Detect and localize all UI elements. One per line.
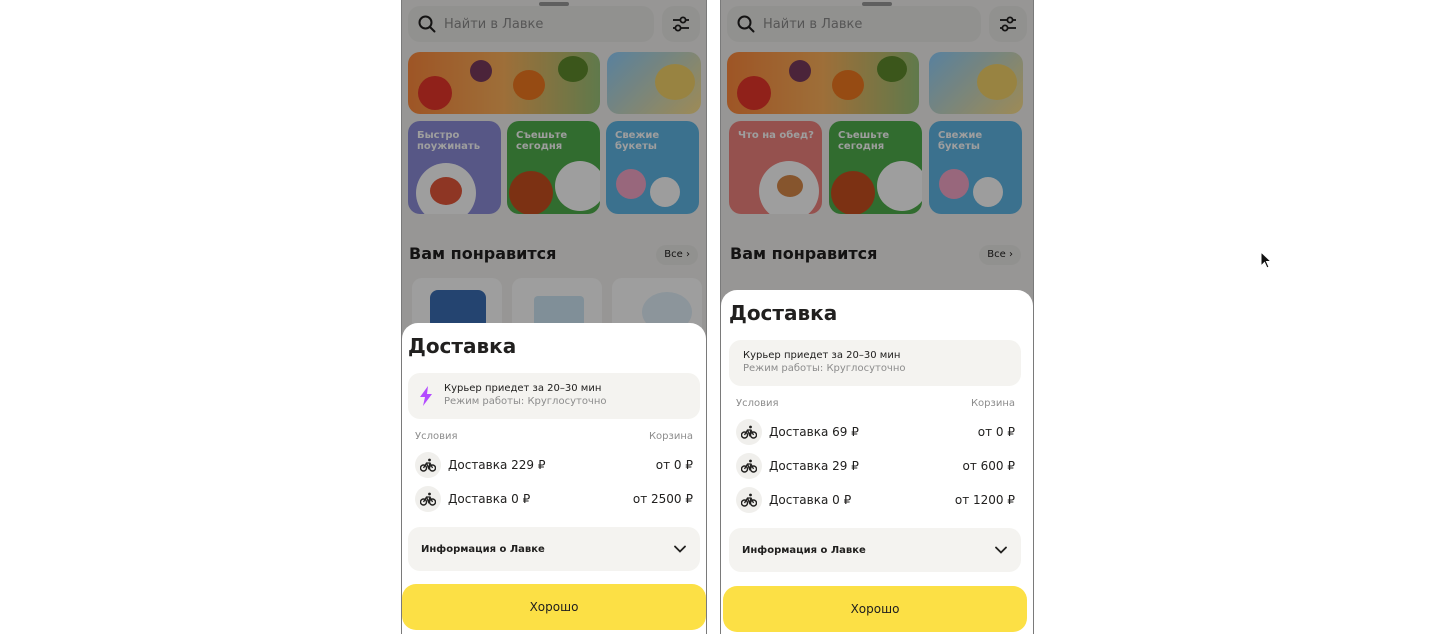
bicycle-icon xyxy=(736,453,762,479)
delivery-price: Доставка 29 ₽ xyxy=(769,459,859,473)
delivery-condition-row: Доставка 0 ₽ от 1200 ₽ xyxy=(736,487,1015,513)
bicycle-icon xyxy=(415,452,441,478)
cart-label: Корзина xyxy=(648,431,693,442)
phone-screen-left: Найти в Лавке Быстро поужинать Съешьте с… xyxy=(401,0,707,634)
courier-info-card: Курьер приедет за 20–30 мин Режим работы… xyxy=(729,340,1021,386)
cart-threshold: от 0 ₽ xyxy=(977,425,1015,439)
cart-threshold: от 2500 ₽ xyxy=(632,492,693,506)
working-hours: Режим работы: Круглосуточно xyxy=(444,396,607,407)
store-info-label: Информация о Лавке xyxy=(742,544,866,556)
delivery-condition-row: Доставка 0 ₽ от 2500 ₽ xyxy=(415,486,693,512)
conditions-label: Условия xyxy=(415,431,458,442)
lightning-icon xyxy=(420,386,432,406)
conditions-header: Условия Корзина xyxy=(736,398,1015,409)
phone-screen-right: Найти в Лавке Что на обед? Съешьте сегод… xyxy=(720,0,1034,634)
mouse-cursor-icon xyxy=(1260,251,1272,269)
conditions-header: Условия Корзина xyxy=(415,431,693,442)
courier-eta: Курьер приедет за 20–30 мин xyxy=(743,350,901,361)
delivery-sheet: Доставка Курьер приедет за 20–30 мин Реж… xyxy=(402,323,706,634)
chevron-down-icon xyxy=(995,546,1007,554)
ok-button-label: Хорошо xyxy=(850,602,900,616)
cart-threshold: от 1200 ₽ xyxy=(954,493,1015,507)
delivery-price: Доставка 0 ₽ xyxy=(448,492,531,506)
bicycle-icon xyxy=(736,419,762,445)
delivery-condition-row: Доставка 229 ₽ от 0 ₽ xyxy=(415,452,693,478)
store-info-label: Информация о Лавке xyxy=(421,543,545,555)
store-info-expander[interactable]: Информация о Лавке xyxy=(729,528,1021,572)
ok-button-label: Хорошо xyxy=(529,600,579,614)
delivery-sheet: Доставка Курьер приедет за 20–30 мин Реж… xyxy=(721,290,1033,634)
cart-label: Корзина xyxy=(970,398,1015,409)
delivery-price: Доставка 69 ₽ xyxy=(769,425,859,439)
bicycle-icon xyxy=(736,487,762,513)
sheet-title: Доставка xyxy=(729,301,838,325)
courier-eta: Курьер приедет за 20–30 мин xyxy=(444,383,602,394)
ok-button[interactable]: Хорошо xyxy=(723,586,1027,632)
ok-button[interactable]: Хорошо xyxy=(402,584,706,630)
sheet-title: Доставка xyxy=(408,334,517,358)
cart-threshold: от 0 ₽ xyxy=(655,458,693,472)
courier-info-card: Курьер приедет за 20–30 мин Режим работы… xyxy=(408,373,700,419)
delivery-price: Доставка 0 ₽ xyxy=(769,493,852,507)
store-info-expander[interactable]: Информация о Лавке xyxy=(408,527,700,571)
conditions-label: Условия xyxy=(736,398,779,409)
delivery-condition-row: Доставка 69 ₽ от 0 ₽ xyxy=(736,419,1015,445)
chevron-down-icon xyxy=(674,545,686,553)
bicycle-icon xyxy=(415,486,441,512)
delivery-condition-row: Доставка 29 ₽ от 600 ₽ xyxy=(736,453,1015,479)
cart-threshold: от 600 ₽ xyxy=(962,459,1016,473)
working-hours: Режим работы: Круглосуточно xyxy=(743,363,906,374)
delivery-price: Доставка 229 ₽ xyxy=(448,458,546,472)
